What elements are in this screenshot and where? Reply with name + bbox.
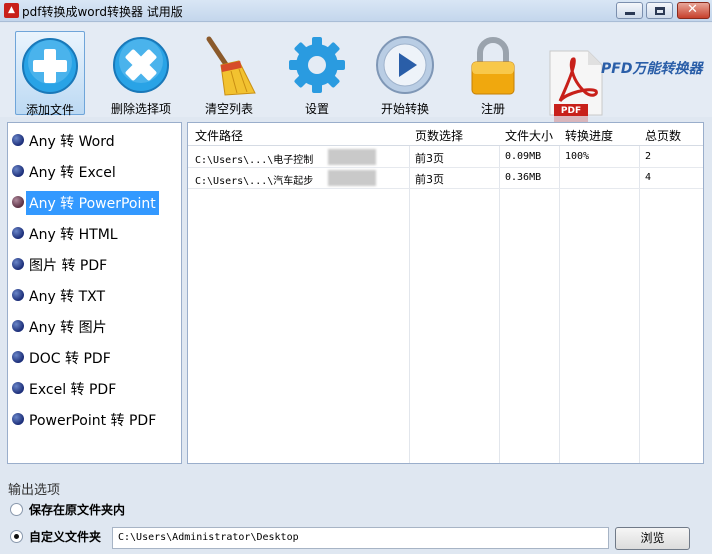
conversion-item[interactable]: PowerPoint 转 PDF: [8, 407, 181, 431]
conversion-item[interactable]: DOC 转 PDF: [8, 345, 181, 369]
file-path-cell: C:\Users\...\汽车起步: [195, 176, 314, 187]
pages-select-cell[interactable]: 前3页: [415, 171, 444, 187]
conversion-item[interactable]: Any 转 Excel: [8, 159, 181, 183]
table-header: 文件路径 页数选择 文件大小 转换进度 总页数: [188, 123, 703, 146]
maximize-icon: [655, 7, 665, 15]
file-path-cell: C:\Users\...\电子控制: [195, 155, 314, 166]
lock-icon: [471, 37, 515, 95]
pages-select-cell[interactable]: 前3页: [415, 150, 444, 166]
clear-list-button[interactable]: 清空列表: [196, 31, 262, 116]
close-button[interactable]: ✕: [677, 2, 710, 19]
conversion-item[interactable]: 图片 转 PDF: [8, 252, 181, 276]
pdf-badge-text: PDF: [561, 106, 581, 116]
bullet-icon: [12, 289, 24, 301]
total-pages-cell: 2: [645, 151, 652, 162]
start-convert-button[interactable]: 开始转换: [373, 31, 437, 116]
redacted-region: [328, 149, 376, 165]
conversion-item-selected[interactable]: Any 转 PowerPoint: [8, 190, 181, 215]
register-label: 注册: [480, 102, 505, 116]
column-header[interactable]: 页数选择: [415, 127, 463, 144]
close-icon: ✕: [687, 2, 698, 17]
bullet-icon: [12, 413, 24, 425]
bullet-icon: [12, 320, 24, 332]
settings-button[interactable]: 设置: [285, 31, 349, 116]
maximize-button[interactable]: [646, 2, 673, 19]
progress-cell: 100%: [565, 151, 590, 162]
toolbar: 添加文件 删除选择项 清空列表 设置 开始转换 注册 PDF PFD万能转换器: [0, 23, 712, 128]
play-icon: [376, 36, 434, 94]
bullet-icon: [12, 227, 24, 239]
bullet-icon: [12, 196, 24, 208]
brand-text: PFD万能转换器: [601, 61, 703, 77]
add-file-button[interactable]: 添加文件: [15, 31, 85, 117]
radio-button[interactable]: [10, 503, 23, 516]
settings-label: 设置: [304, 102, 329, 116]
browse-button[interactable]: 浏览: [615, 527, 690, 550]
column-header[interactable]: 总页数: [645, 127, 681, 144]
bullet-icon: [12, 165, 24, 177]
gear-icon: [289, 37, 345, 93]
save-original-folder-label: 保存在原文件夹内: [29, 503, 126, 517]
delete-selected-label: 删除选择项: [110, 102, 171, 116]
minimize-button[interactable]: [616, 2, 643, 19]
custom-folder-label: 自定义文件夹: [29, 530, 102, 544]
table-row[interactable]: C:\Users\...\汽车起步 前3页 0.36MB 4: [188, 168, 703, 189]
table-row[interactable]: C:\Users\...\电子控制 前3页 0.09MB 100% 2: [188, 147, 703, 168]
conversion-item[interactable]: Any 转 TXT: [8, 283, 181, 307]
column-header[interactable]: 转换进度: [565, 127, 613, 144]
conversion-item[interactable]: Any 转 图片: [8, 314, 181, 338]
start-convert-label: 开始转换: [380, 102, 429, 116]
add-icon: [22, 38, 78, 94]
bullet-icon: [12, 134, 24, 146]
delete-selected-button[interactable]: 删除选择项: [104, 31, 178, 116]
total-pages-cell: 4: [645, 172, 652, 183]
add-file-label: 添加文件: [25, 103, 74, 117]
window-title: pdf转换成word转换器 试用版: [22, 5, 183, 19]
column-header[interactable]: 文件大小: [505, 127, 553, 144]
output-path-field[interactable]: C:\Users\Administrator\Desktop: [112, 527, 609, 549]
column-header[interactable]: 文件路径: [195, 127, 243, 144]
title-bar: ▲ pdf转换成word转换器 试用版 ✕: [0, 0, 712, 22]
minimize-icon: [625, 12, 635, 15]
pdf-app-icon: ▲: [4, 3, 19, 18]
conversion-type-list: Any 转 Word Any 转 Excel Any 转 PowerPoint …: [7, 122, 182, 464]
conversion-item[interactable]: Any 转 Word: [8, 128, 181, 152]
delete-icon: [113, 37, 169, 93]
bullet-icon: [12, 351, 24, 363]
output-options-title: 输出选项: [8, 483, 61, 498]
file-size-cell: 0.36MB: [505, 172, 542, 183]
file-size-cell: 0.09MB: [505, 151, 542, 162]
bullet-icon: [12, 258, 24, 270]
radio-button-checked[interactable]: [10, 530, 23, 543]
register-button[interactable]: 注册: [461, 31, 525, 116]
bullet-icon: [12, 382, 24, 394]
conversion-item[interactable]: Any 转 HTML: [8, 221, 181, 245]
redacted-region: [328, 170, 376, 186]
clear-list-label: 清空列表: [204, 102, 253, 116]
broom-icon: [206, 36, 256, 96]
file-table: 文件路径 页数选择 文件大小 转换进度 总页数 C:\Users\...\电子控…: [187, 122, 704, 464]
conversion-item[interactable]: Excel 转 PDF: [8, 376, 181, 400]
